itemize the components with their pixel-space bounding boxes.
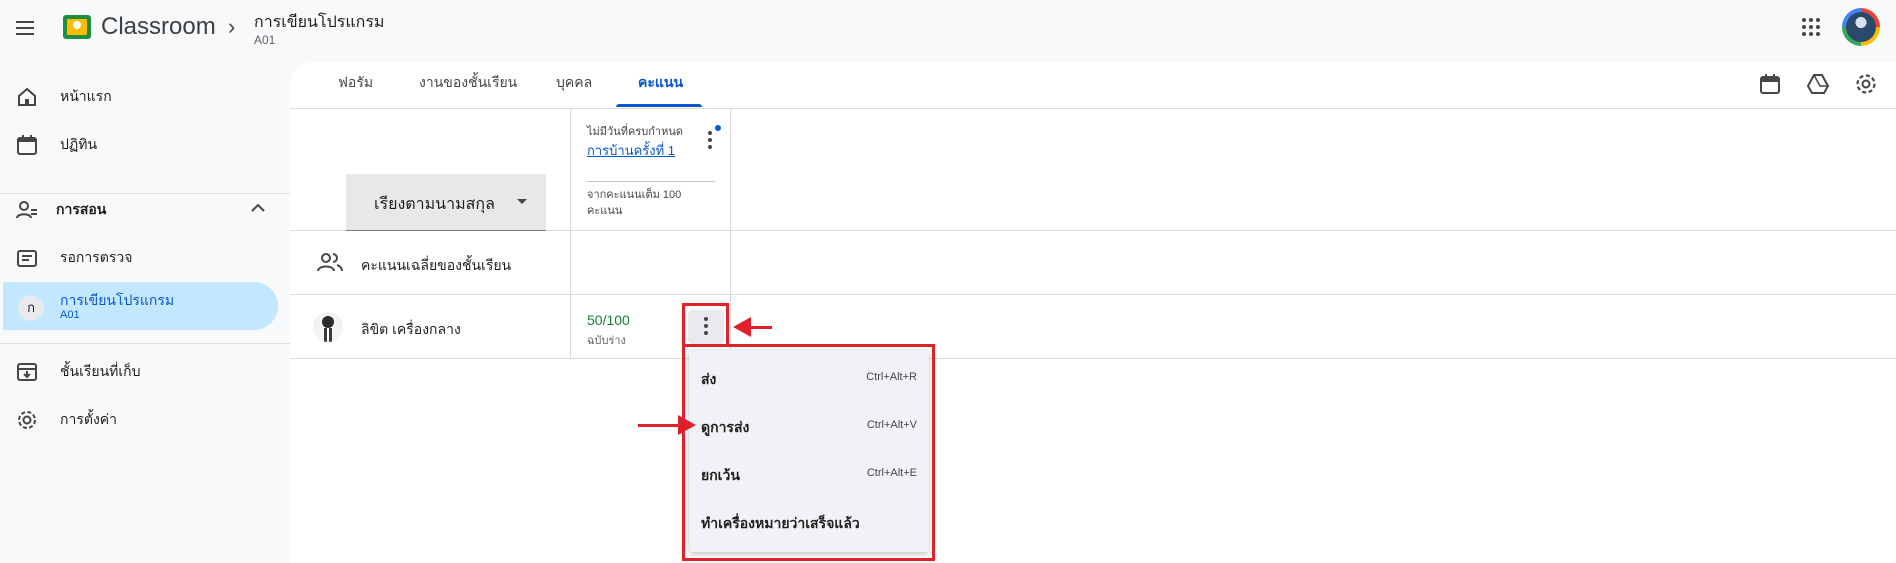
row-divider <box>290 358 1896 359</box>
review-folder-icon <box>16 247 38 269</box>
sidebar-item-label: หน้าแรก <box>60 88 112 104</box>
sidebar-divider <box>0 343 290 344</box>
home-icon <box>16 86 38 108</box>
sidebar-item-label: ชั้นเรียนที่เก็บ <box>60 363 141 379</box>
sidebar-item-label: ปฏิทิน <box>60 136 98 152</box>
main-panel <box>290 62 1896 563</box>
annotation-arrowhead <box>733 317 751 337</box>
breadcrumb-class-section: A01 <box>254 33 276 47</box>
calendar-icon[interactable] <box>1758 72 1782 96</box>
sort-label: เรียงตามนามสกุล <box>374 196 495 213</box>
sidebar-item-home[interactable]: หน้าแรก <box>0 73 278 121</box>
gear-icon[interactable] <box>1854 72 1878 96</box>
annotation-highlight-box <box>682 344 935 561</box>
calendar-icon <box>16 134 38 156</box>
tab-stream[interactable]: ฟอรัม <box>338 72 373 94</box>
annotation-arrow <box>748 326 772 329</box>
people-icon <box>317 253 343 272</box>
drive-icon[interactable] <box>1806 72 1830 96</box>
sidebar-section-label: การสอน <box>56 201 107 217</box>
sidebar-item-to-review[interactable]: รอการตรวจ <box>0 234 278 282</box>
google-apps-icon[interactable] <box>1802 18 1820 36</box>
sidebar-item-calendar[interactable]: ปฏิทิน <box>0 121 278 169</box>
classroom-logo-icon[interactable] <box>63 15 91 39</box>
sidebar-item-settings[interactable]: การตั้งค่า <box>0 396 278 444</box>
tab-classwork[interactable]: งานของชั้นเรียน <box>419 72 517 94</box>
sidebar-item-active-class[interactable]: ก การเขียนโปรแกรม A01 <box>3 282 278 330</box>
tab-people[interactable]: บุคคล <box>556 72 592 94</box>
person-teaching-icon <box>16 199 38 221</box>
assignment-points: จากคะแนนเต็ม 100 คะแนน <box>587 189 682 217</box>
tabs-divider <box>290 108 1896 109</box>
sidebar-class-section: A01 <box>60 309 80 321</box>
app-title[interactable]: Classroom <box>101 13 216 41</box>
assignment-separator <box>587 181 715 182</box>
main-menu-icon[interactable] <box>14 17 36 39</box>
dropdown-caret-icon <box>517 199 527 204</box>
column-divider <box>570 108 571 358</box>
annotation-arrowhead <box>678 415 696 435</box>
column-divider <box>730 108 731 358</box>
annotation-highlight-box <box>682 303 729 347</box>
active-tab-indicator <box>616 104 702 107</box>
tab-grades[interactable]: คะแนน <box>638 72 683 94</box>
row-divider <box>290 294 1896 295</box>
assignment-title-link[interactable]: การบ้านครั้งที่ 1 <box>587 140 675 161</box>
grade-status: ฉบับร่าง <box>587 335 626 347</box>
sidebar-item-archived[interactable]: ชั้นเรียนที่เก็บ <box>0 348 278 396</box>
assignment-more-icon[interactable] <box>707 131 713 151</box>
chevron-right-icon: › <box>228 14 236 39</box>
sidebar-item-label: การตั้งค่า <box>60 411 118 427</box>
chevron-up-icon[interactable] <box>251 203 265 213</box>
sidebar-item-label: รอการตรวจ <box>60 249 133 265</box>
account-avatar[interactable] <box>1842 8 1880 46</box>
student-score[interactable]: 50/100 <box>587 312 630 328</box>
student-name[interactable]: ลิขิต เครื่องกลาง <box>361 319 461 341</box>
breadcrumb-class-name[interactable]: การเขียนโปรแกรม <box>254 10 384 35</box>
archive-icon <box>16 361 38 383</box>
class-letter-avatar: ก <box>18 295 44 321</box>
unread-dot <box>715 125 721 131</box>
assignment-due: ไม่มีวันที่ครบกำหนด <box>587 126 683 138</box>
sidebar-section-teaching[interactable]: การสอน <box>0 186 278 234</box>
gear-icon <box>16 409 38 431</box>
student-avatar[interactable] <box>313 312 343 342</box>
annotation-arrow <box>638 424 680 427</box>
sort-dropdown[interactable]: เรียงตามนามสกุล <box>346 174 546 231</box>
class-average-label: คะแนนเฉลี่ยของชั้นเรียน <box>361 257 512 273</box>
